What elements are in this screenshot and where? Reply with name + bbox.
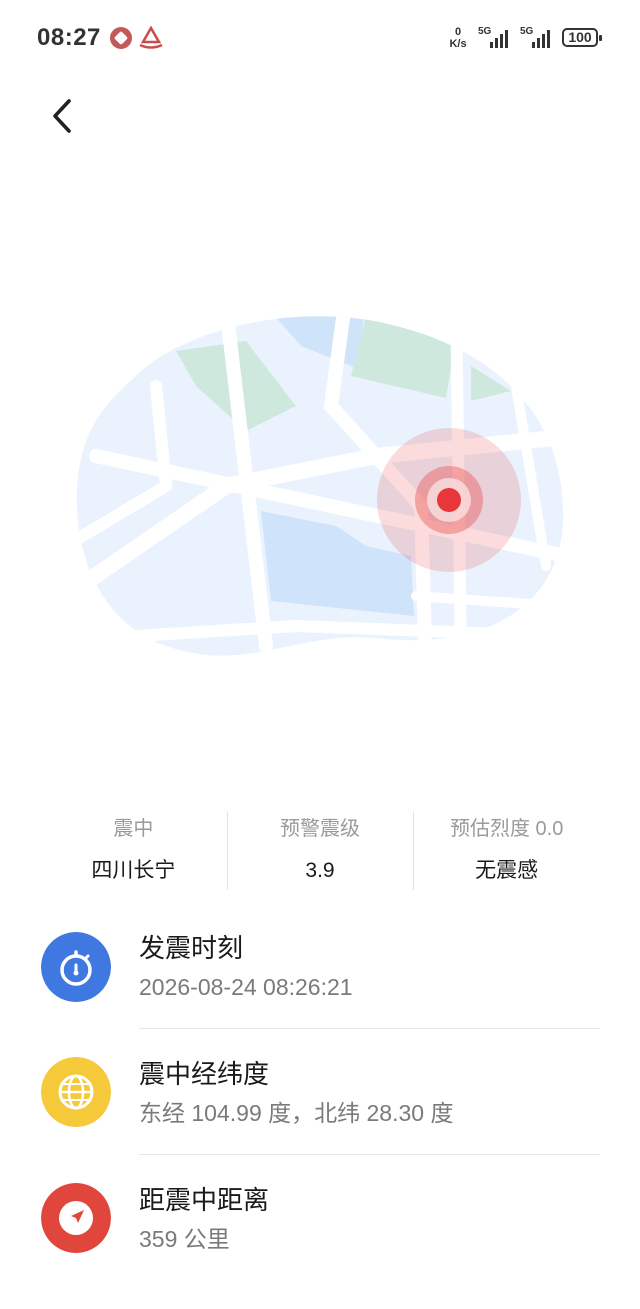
divider — [139, 1028, 600, 1029]
sim2-signal-icon: 5G — [520, 26, 560, 50]
battery-icon: 100 — [562, 28, 602, 47]
detail-value: 359 公里 — [139, 1226, 230, 1252]
status-bar: 08:27 0 K/s 5G 5G 100 — [0, 0, 640, 78]
sailboat-notification-icon — [139, 26, 163, 49]
back-button[interactable] — [40, 92, 84, 140]
network-speed-unit: K/s — [449, 38, 467, 50]
summary-epicenter: 震中 四川长宁 — [40, 808, 227, 892]
detail-title: 发震时刻 — [139, 933, 244, 963]
network-speed: 0 K/s — [445, 26, 471, 50]
network-speed-value: 0 — [454, 26, 462, 38]
detail-title: 震中经纬度 — [139, 1059, 270, 1089]
detail-value: 东经 104.99 度，北纬 28.30 度 — [139, 1100, 454, 1126]
summary-label: 震中 — [113, 818, 154, 840]
status-time: 08:27 — [37, 24, 101, 51]
summary-value: 3.9 — [305, 859, 335, 882]
sim1-signal-icon: 5G — [478, 26, 518, 50]
detail-row-coordinates: 震中经纬度 东经 104.99 度，北纬 28.30 度 — [0, 1046, 640, 1172]
navigation-icon — [41, 1183, 111, 1253]
summary-label: 预估烈度 0.0 — [450, 818, 564, 840]
globe-icon — [41, 1057, 111, 1127]
summary-value: 无震感 — [475, 859, 539, 882]
detail-value: 2026-08-24 08:26:21 — [139, 974, 353, 1000]
epicenter-map-illustration — [76, 316, 564, 656]
detail-title: 距震中距离 — [139, 1185, 270, 1215]
summary-intensity: 预估烈度 0.0 无震感 — [413, 808, 600, 892]
earthquake-summary: 震中 四川长宁 预警震级 3.9 预估烈度 0.0 无震感 — [40, 808, 600, 892]
divider — [139, 1154, 600, 1155]
summary-value: 四川长宁 — [91, 859, 176, 882]
detail-row-time: 发震时刻 2026-08-24 08:26:21 — [0, 920, 640, 1046]
detail-row-distance: 距震中距离 359 公里 — [0, 1172, 640, 1298]
shield-notification-icon — [110, 27, 132, 49]
summary-magnitude: 预警震级 3.9 — [226, 808, 414, 892]
stopwatch-icon — [41, 932, 111, 1002]
summary-label: 预警震级 — [280, 818, 360, 840]
